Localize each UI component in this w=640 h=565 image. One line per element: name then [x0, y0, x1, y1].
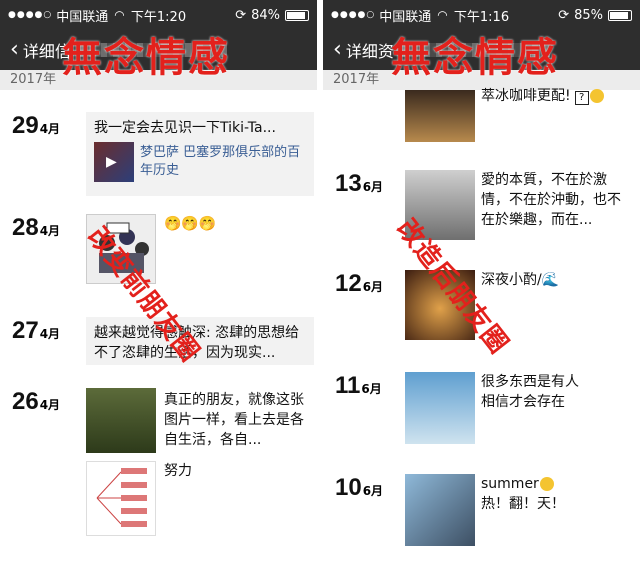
battery-percent: 85%: [574, 7, 603, 23]
back-button[interactable]: 详细资: [346, 38, 394, 62]
cartoon-people-icon: [99, 222, 149, 273]
signal-dots: ●●●●○: [331, 10, 376, 20]
video-thumbnail: [94, 142, 134, 182]
entry-date: 264月: [12, 388, 60, 416]
entry-day: 13: [335, 170, 362, 197]
battery-percent: 84%: [251, 7, 280, 23]
entry-text: 萃冰咖啡更配!: [481, 88, 571, 104]
shared-link-card[interactable]: 我一定会去见识一下Tiki-Ta... 梦巴萨 巴塞罗那俱乐部的百年历史: [86, 112, 314, 196]
coffee-image[interactable]: [405, 90, 475, 142]
entry-date: 136月: [335, 170, 383, 198]
back-button[interactable]: 详细信: [23, 38, 71, 62]
entry-date: 106月: [335, 474, 383, 502]
entry-month: 4月: [39, 327, 61, 341]
entry-day: 11: [335, 372, 361, 399]
entry-month: 6月: [362, 280, 384, 294]
entry-text-2: 热！翻！天！: [481, 496, 565, 512]
question-box-icon: ?: [574, 91, 589, 105]
entry-month: 4月: [39, 224, 61, 238]
entry-text: 愛的本質，不在於激情，不在於沖動，也不在於樂趣，而在...: [481, 172, 621, 228]
beer-image[interactable]: [405, 270, 475, 340]
battery-icon: [285, 9, 309, 21]
entry-text: 深夜小酌/🌊: [481, 272, 560, 288]
entry-text-2: 努力: [164, 463, 192, 479]
carrier-label: 中国联通: [379, 9, 432, 25]
rotation-lock-icon: ⟳: [558, 7, 570, 23]
couple-image[interactable]: [405, 170, 475, 240]
back-chevron-icon[interactable]: ‹: [10, 39, 19, 61]
status-bar: ●●●●○ 中国联通 ◠ 下午1:16 ⟳ 85%: [323, 0, 640, 30]
entry-text: 我一定会去见识一下Tiki-Ta...: [94, 120, 276, 136]
trees-image[interactable]: [86, 388, 156, 453]
nav-bar: ‹ 详细资: [323, 30, 640, 70]
rotation-lock-icon: ⟳: [235, 7, 247, 23]
entry-text: 很多东西是有人相信才会存在: [481, 374, 579, 410]
entry-date: 274月: [12, 317, 60, 345]
nav-bar: ‹ 详细信: [0, 30, 317, 70]
entry-text: summer: [481, 474, 554, 494]
mindmap-image[interactable]: [86, 461, 156, 536]
building-image[interactable]: [405, 474, 475, 546]
mindmap-icon: [96, 468, 147, 527]
back-chevron-icon[interactable]: ‹: [333, 39, 342, 61]
entry-date: 126月: [335, 270, 383, 298]
entry-month: 4月: [39, 122, 61, 136]
entry-day: 29: [12, 112, 39, 139]
blurred-title: [76, 43, 227, 57]
wifi-icon: ◠: [437, 8, 448, 22]
text-post[interactable]: 越来越觉得感触深: 恣肆的思想给不了恣肆的生活，因为现实...: [86, 317, 314, 365]
carrier-label: 中国联通: [56, 9, 109, 25]
entry-month: 4月: [39, 398, 61, 412]
entry-date: 116月: [335, 372, 382, 400]
smile-emoji-icon: [539, 477, 554, 491]
entry-day: 10: [335, 474, 362, 501]
blurred-title: [399, 43, 550, 57]
wifi-icon: ◠: [114, 8, 125, 22]
entry-month: 6月: [361, 382, 382, 396]
wink-emoji-icon: [589, 89, 604, 103]
year-header: 2017年: [0, 70, 317, 90]
signal-dots: ●●●●○: [8, 10, 53, 20]
entry-text: 越来越觉得感触深: 恣肆的思想给不了恣肆的生活，因为现实...: [94, 325, 300, 361]
entry-day: 26: [12, 388, 39, 415]
status-bar: ●●●●○ 中国联通 ◠ 下午1:20 ⟳ 84%: [0, 0, 317, 30]
partial-entry: 萃冰咖啡更配!?: [481, 86, 604, 106]
sky-image[interactable]: [405, 372, 475, 444]
entry-text: 真正的朋友，就像这张图片一样，看上去是各自生活，各自...: [164, 392, 304, 448]
entry-day: 28: [12, 214, 39, 241]
entry-day: 27: [12, 317, 39, 344]
battery-icon: [608, 9, 632, 21]
entry-month: 6月: [362, 180, 384, 194]
entry-text-line1: summer: [481, 476, 539, 492]
entry-date: 284月: [12, 214, 60, 242]
entry-day: 12: [335, 270, 362, 297]
entry-month: 6月: [362, 484, 384, 498]
cartoon-image[interactable]: [86, 214, 156, 284]
right-screenshot: ●●●●○ 中国联通 ◠ 下午1:16 ⟳ 85% ‹ 详细资 2017年 萃冰…: [323, 0, 640, 565]
left-screenshot: ●●●●○ 中国联通 ◠ 下午1:20 ⟳ 84% ‹ 详细信 2017年 29…: [0, 0, 317, 565]
entry-date: 294月: [12, 112, 60, 140]
link-title: 梦巴萨 巴塞罗那俱乐部的百年历史: [140, 145, 301, 178]
emoji-text: 🤭🤭🤭: [164, 216, 217, 232]
